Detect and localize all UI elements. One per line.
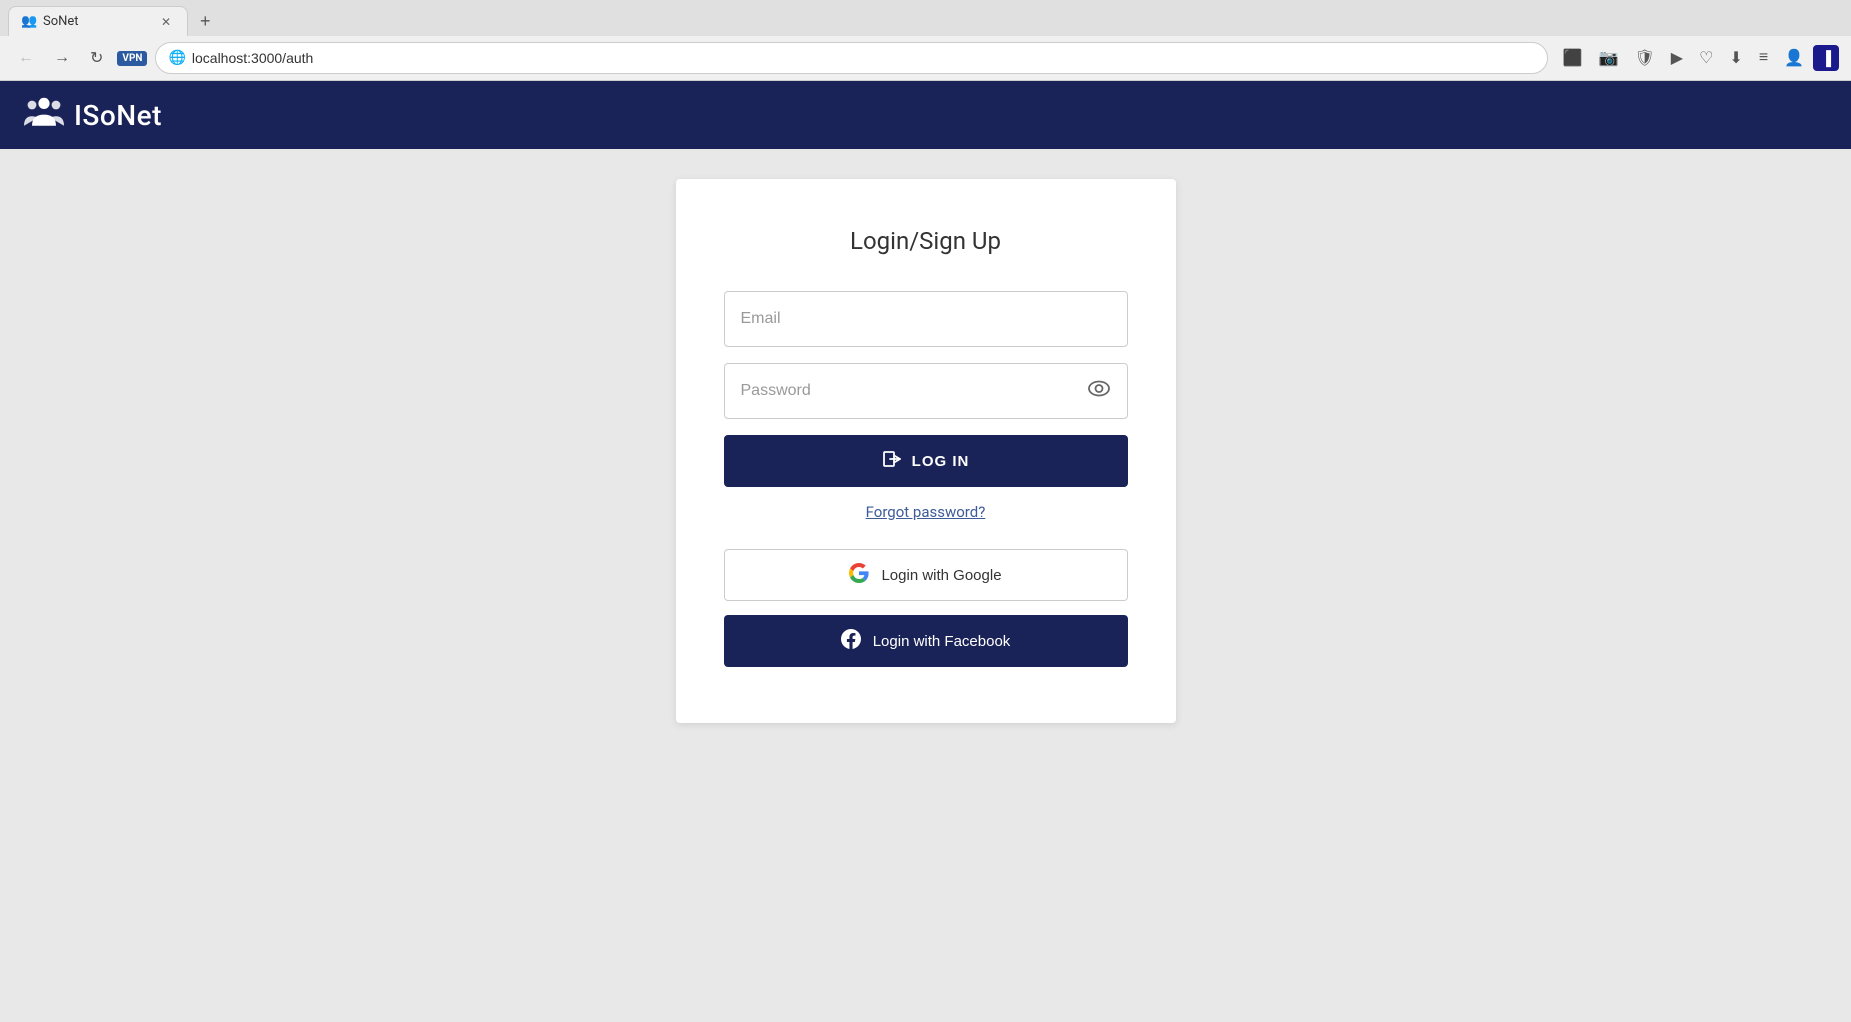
hamburger-icon: ≡ xyxy=(1759,49,1768,67)
tab-close-button[interactable]: ✕ xyxy=(157,13,175,31)
email-form-group xyxy=(724,291,1128,347)
email-input[interactable] xyxy=(724,291,1128,347)
active-tab[interactable]: 👥 SoNet ✕ xyxy=(8,6,188,36)
page-title: Login/Sign Up xyxy=(724,227,1128,255)
login-button-label: LOG IN xyxy=(912,453,970,470)
download-icon: ⬇ xyxy=(1729,48,1742,68)
password-form-group xyxy=(724,363,1128,419)
app-header: ISoNet xyxy=(0,81,1851,149)
back-icon: ← xyxy=(18,49,34,67)
profile-button[interactable]: 👤 xyxy=(1777,43,1811,73)
password-wrapper xyxy=(724,363,1128,419)
play-button[interactable]: ▶ xyxy=(1664,43,1690,73)
login-icon xyxy=(882,449,902,473)
shield-button[interactable]: 🛡 xyxy=(1627,43,1661,73)
browser-chrome: 👥 SoNet ✕ + ← → ↻ VPN 🌐 ⬛ 📷 xyxy=(0,0,1851,81)
address-bar-container: 🌐 xyxy=(155,42,1547,74)
facebook-login-button[interactable]: Login with Facebook xyxy=(724,615,1128,667)
vpn-badge: VPN xyxy=(117,51,147,66)
main-content: Login/Sign Up xyxy=(0,149,1851,1022)
facebook-icon xyxy=(841,629,861,654)
forward-icon: → xyxy=(54,49,70,67)
camera-icon: 📷 xyxy=(1599,48,1619,68)
tab-bar: 👥 SoNet ✕ + xyxy=(0,0,1851,36)
sidebar-icon: ▐ xyxy=(1821,50,1831,66)
profile-icon: 👤 xyxy=(1784,48,1804,68)
heart-icon: ♡ xyxy=(1699,48,1713,68)
back-button[interactable]: ← xyxy=(12,45,40,71)
facebook-button-label: Login with Facebook xyxy=(873,633,1011,650)
forgot-password-link[interactable]: Forgot password? xyxy=(724,503,1128,521)
password-input[interactable] xyxy=(724,363,1128,419)
nav-bar: ← → ↻ VPN 🌐 ⬛ 📷 🛡 ▶ ♡ xyxy=(0,36,1851,80)
menu-button[interactable]: ≡ xyxy=(1752,44,1775,72)
extensions-button[interactable]: ⬛ xyxy=(1556,43,1590,73)
tab-favicon: 👥 xyxy=(21,14,37,30)
play-icon: ▶ xyxy=(1671,48,1683,68)
google-icon xyxy=(849,563,869,588)
address-bar[interactable] xyxy=(192,50,1535,66)
tab-title: SoNet xyxy=(43,14,79,29)
eye-icon xyxy=(1088,381,1110,401)
shield-icon: 🛡 xyxy=(1634,48,1654,68)
refresh-icon: ↻ xyxy=(90,48,103,68)
app-logo: ISoNet xyxy=(24,95,162,135)
users-icon xyxy=(24,95,64,135)
app-logo-text: ISoNet xyxy=(74,99,162,132)
password-toggle-button[interactable] xyxy=(1084,377,1114,406)
globe-icon: 🌐 xyxy=(168,50,185,66)
forward-button[interactable]: → xyxy=(48,45,76,71)
login-button[interactable]: LOG IN xyxy=(724,435,1128,487)
new-tab-button[interactable]: + xyxy=(192,11,219,32)
favorites-button[interactable]: ♡ xyxy=(1692,43,1720,73)
login-card: Login/Sign Up xyxy=(676,179,1176,723)
screenshot-button[interactable]: 📷 xyxy=(1592,43,1626,73)
google-button-label: Login with Google xyxy=(881,567,1001,584)
google-login-button[interactable]: Login with Google xyxy=(724,549,1128,601)
refresh-button[interactable]: ↻ xyxy=(84,44,109,72)
sidebar-toggle-button[interactable]: ▐ xyxy=(1813,45,1839,71)
nav-right-actions: ⬛ 📷 🛡 ▶ ♡ ⬇ ≡ 👤 ▐ xyxy=(1556,43,1839,73)
extensions-icon: ⬛ xyxy=(1563,48,1583,68)
download-button[interactable]: ⬇ xyxy=(1722,43,1749,73)
